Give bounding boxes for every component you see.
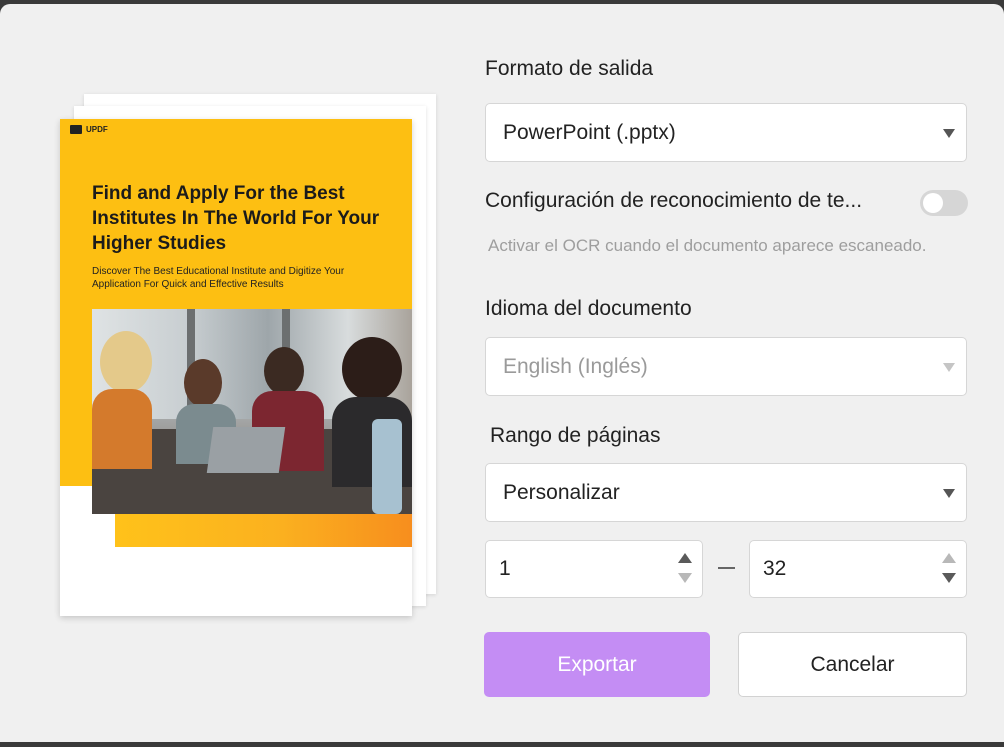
export-dialog: UPDF Find and Apply For the Best Institu… (0, 4, 1004, 742)
chevron-down-icon (943, 362, 955, 372)
photo-laptop (206, 427, 286, 473)
stepper-up-icon[interactable] (678, 553, 692, 563)
page-range-select[interactable]: Personalizar (485, 463, 967, 522)
chevron-down-icon (943, 488, 955, 498)
stepper-up-icon[interactable] (942, 553, 956, 563)
cancel-button[interactable]: Cancelar (738, 632, 967, 697)
ocr-toggle[interactable] (920, 190, 968, 216)
photo-person (342, 337, 402, 401)
export-button[interactable]: Exportar (484, 632, 710, 697)
cover-photo (92, 309, 412, 514)
output-format-label: Formato de salida (485, 57, 654, 80)
cover-title: Find and Apply For the Best Institutes I… (92, 183, 380, 254)
toggle-knob (923, 193, 943, 213)
output-format-value: PowerPoint (.pptx) (503, 120, 676, 144)
preview-page: UPDF Find and Apply For the Best Institu… (60, 119, 412, 616)
document-language-select[interactable]: English (Inglés) (485, 337, 967, 396)
range-separator (718, 567, 735, 569)
stepper-down-icon[interactable] (678, 573, 692, 583)
page-from-stepper[interactable]: 1 (485, 540, 703, 598)
cover-subtitle: Discover The Best Educational Institute … (92, 266, 345, 290)
document-language-label: Idioma del documento (485, 297, 692, 320)
ocr-settings-label: Configuración de reconocimiento de te... (485, 189, 863, 212)
photo-person (92, 389, 152, 469)
ocr-hint: Activar el OCR cuando el documento apare… (488, 236, 927, 255)
stepper-arrows (678, 553, 692, 585)
document-language-value: English (Inglés) (503, 354, 648, 378)
page-to-value: 32 (763, 557, 787, 580)
logo-text: UPDF (86, 125, 108, 134)
page-from-value: 1 (499, 557, 511, 580)
output-format-select[interactable]: PowerPoint (.pptx) (485, 103, 967, 162)
photo-person (184, 359, 222, 407)
photo-person (100, 331, 152, 393)
page-range-label: Rango de páginas (490, 424, 661, 447)
page-range-value: Personalizar (503, 480, 620, 504)
stepper-arrows (942, 553, 956, 585)
document-preview: UPDF Find and Apply For the Best Institu… (60, 94, 440, 624)
photo-bottle (372, 419, 402, 514)
photo-person (264, 347, 304, 395)
page-to-stepper[interactable]: 32 (749, 540, 967, 598)
updf-logo: UPDF (70, 125, 108, 134)
chevron-down-icon (943, 128, 955, 138)
updf-logo-icon (70, 125, 82, 134)
stepper-down-icon[interactable] (942, 573, 956, 583)
